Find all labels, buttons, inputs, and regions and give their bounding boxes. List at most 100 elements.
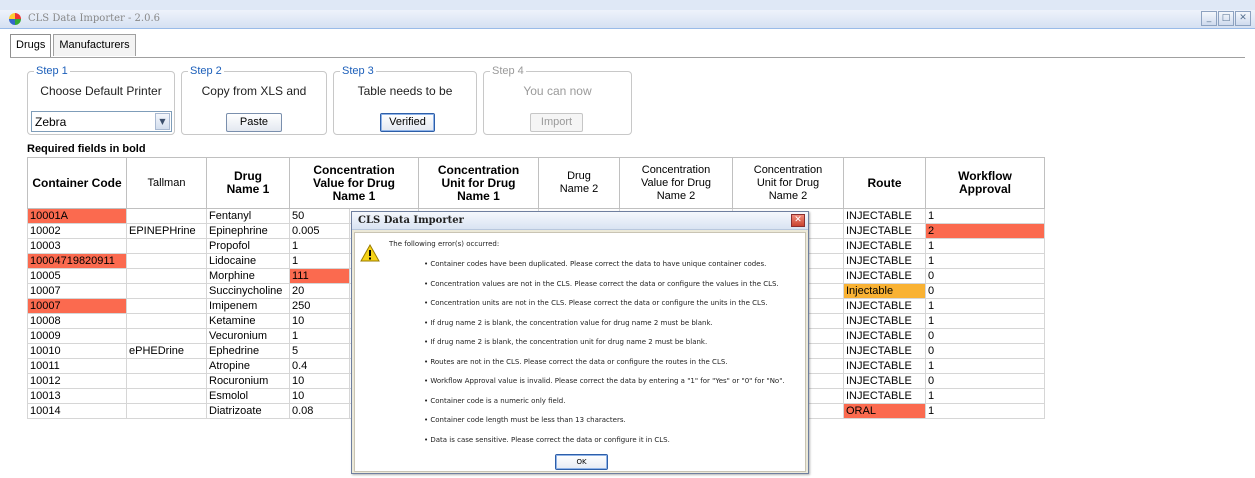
cell-route[interactable]: INJECTABLE <box>844 314 926 329</box>
header-container-code[interactable]: Container Code <box>27 157 127 209</box>
cell-route[interactable]: INJECTABLE <box>844 359 926 374</box>
cell-tallman[interactable] <box>127 284 207 299</box>
cell-route[interactable]: INJECTABLE <box>844 344 926 359</box>
cell-workflow-approval[interactable]: 0 <box>926 269 1045 284</box>
cell-workflow-approval[interactable]: 1 <box>926 404 1045 419</box>
dialog-close-icon[interactable]: ✕ <box>791 214 805 227</box>
cell-container-code[interactable]: 10001A <box>27 209 127 224</box>
chevron-down-icon[interactable]: ▼ <box>155 113 170 130</box>
cell-drug-name-1[interactable]: Succinycholine <box>207 284 290 299</box>
cell-container-code[interactable]: 10005 <box>27 269 127 284</box>
tab-manufacturers[interactable]: Manufacturers <box>53 34 136 56</box>
tab-drugs[interactable]: Drugs <box>10 34 52 58</box>
cell-route[interactable]: INJECTABLE <box>844 224 926 239</box>
cell-conc-value-1[interactable]: 1 <box>290 239 350 254</box>
cell-conc-value-1[interactable]: 0.08 <box>290 404 350 419</box>
cell-conc-value-1[interactable]: 10 <box>290 374 350 389</box>
cell-workflow-approval[interactable]: 1 <box>926 359 1045 374</box>
cell-tallman[interactable] <box>127 209 207 224</box>
header-tallman[interactable]: Tallman <box>127 157 207 209</box>
cell-conc-value-1[interactable]: 20 <box>290 284 350 299</box>
cell-drug-name-1[interactable]: Epinephrine <box>207 224 290 239</box>
cell-container-code[interactable]: 10004719820911 <box>27 254 127 269</box>
cell-workflow-approval[interactable]: 0 <box>926 329 1045 344</box>
cell-route[interactable]: INJECTABLE <box>844 269 926 284</box>
header-conc-unit-1[interactable]: Concentration Unit for Drug Name 1 <box>419 157 539 209</box>
cell-container-code[interactable]: 10009 <box>27 329 127 344</box>
cell-drug-name-1[interactable]: Lidocaine <box>207 254 290 269</box>
cell-tallman[interactable] <box>127 374 207 389</box>
cell-route[interactable]: INJECTABLE <box>844 374 926 389</box>
ok-button[interactable]: OK <box>555 454 608 470</box>
cell-tallman[interactable] <box>127 299 207 314</box>
cell-workflow-approval[interactable]: 0 <box>926 374 1045 389</box>
cell-drug-name-1[interactable]: Esmolol <box>207 389 290 404</box>
cell-route[interactable]: ORAL <box>844 404 926 419</box>
cell-container-code[interactable]: 10003 <box>27 239 127 254</box>
cell-conc-value-1[interactable]: 1 <box>290 329 350 344</box>
cell-container-code[interactable]: 10010 <box>27 344 127 359</box>
cell-tallman[interactable] <box>127 389 207 404</box>
cell-tallman[interactable] <box>127 269 207 284</box>
printer-select[interactable]: Zebra ▼ <box>31 111 172 132</box>
cell-tallman[interactable]: ePHEDrine <box>127 344 207 359</box>
cell-conc-value-1[interactable]: 1 <box>290 254 350 269</box>
cell-workflow-approval[interactable]: 0 <box>926 284 1045 299</box>
cell-container-code[interactable]: 10014 <box>27 404 127 419</box>
header-drug-name-2[interactable]: Drug Name 2 <box>539 157 620 209</box>
cell-workflow-approval[interactable]: 1 <box>926 209 1045 224</box>
cell-tallman[interactable] <box>127 254 207 269</box>
cell-route[interactable]: INJECTABLE <box>844 389 926 404</box>
cell-drug-name-1[interactable]: Ketamine <box>207 314 290 329</box>
cell-route[interactable]: INJECTABLE <box>844 254 926 269</box>
header-route[interactable]: Route <box>844 157 926 209</box>
cell-conc-value-1[interactable]: 10 <box>290 389 350 404</box>
cell-tallman[interactable] <box>127 359 207 374</box>
paste-button[interactable]: Paste <box>226 113 282 132</box>
header-drug-name-1[interactable]: Drug Name 1 <box>207 157 290 209</box>
header-conc-unit-2[interactable]: Concentration Unit for Drug Name 2 <box>733 157 844 209</box>
cell-conc-value-1[interactable]: 5 <box>290 344 350 359</box>
cell-drug-name-1[interactable]: Atropine <box>207 359 290 374</box>
cell-route[interactable]: INJECTABLE <box>844 299 926 314</box>
minimize-icon[interactable]: _ <box>1201 11 1217 26</box>
cell-workflow-approval[interactable]: 1 <box>926 299 1045 314</box>
cell-container-code[interactable]: 10007 <box>27 299 127 314</box>
cell-conc-value-1[interactable]: 50 <box>290 209 350 224</box>
header-workflow-approval[interactable]: Workflow Approval <box>926 157 1045 209</box>
cell-tallman[interactable] <box>127 314 207 329</box>
maximize-icon[interactable]: □ <box>1218 11 1234 26</box>
cell-container-code[interactable]: 10007 <box>27 284 127 299</box>
cell-tallman[interactable] <box>127 329 207 344</box>
cell-route[interactable]: INJECTABLE <box>844 239 926 254</box>
cell-conc-value-1[interactable]: 250 <box>290 299 350 314</box>
header-conc-value-1[interactable]: Concentration Value for Drug Name 1 <box>290 157 419 209</box>
cell-workflow-approval[interactable]: 1 <box>926 389 1045 404</box>
cell-conc-value-1[interactable]: 0.4 <box>290 359 350 374</box>
cell-drug-name-1[interactable]: Diatrizoate <box>207 404 290 419</box>
cell-tallman[interactable] <box>127 239 207 254</box>
cell-container-code[interactable]: 10011 <box>27 359 127 374</box>
cell-container-code[interactable]: 10012 <box>27 374 127 389</box>
cell-workflow-approval[interactable]: 1 <box>926 239 1045 254</box>
cell-container-code[interactable]: 10008 <box>27 314 127 329</box>
cell-container-code[interactable]: 10002 <box>27 224 127 239</box>
cell-workflow-approval[interactable]: 2 <box>926 224 1045 239</box>
cell-tallman[interactable] <box>127 404 207 419</box>
close-window-icon[interactable]: ✕ <box>1235 11 1251 26</box>
verified-button[interactable]: Verified <box>380 113 435 132</box>
cell-drug-name-1[interactable]: Morphine <box>207 269 290 284</box>
cell-route[interactable]: INJECTABLE <box>844 209 926 224</box>
cell-drug-name-1[interactable]: Propofol <box>207 239 290 254</box>
cell-workflow-approval[interactable]: 1 <box>926 254 1045 269</box>
cell-workflow-approval[interactable]: 1 <box>926 314 1045 329</box>
cell-drug-name-1[interactable]: Ephedrine <box>207 344 290 359</box>
cell-drug-name-1[interactable]: Imipenem <box>207 299 290 314</box>
cell-route[interactable]: Injectable <box>844 284 926 299</box>
cell-conc-value-1[interactable]: 0.005 <box>290 224 350 239</box>
cell-workflow-approval[interactable]: 0 <box>926 344 1045 359</box>
cell-container-code[interactable]: 10013 <box>27 389 127 404</box>
cell-conc-value-1[interactable]: 10 <box>290 314 350 329</box>
cell-drug-name-1[interactable]: Fentanyl <box>207 209 290 224</box>
header-conc-value-2[interactable]: Concentration Value for Drug Name 2 <box>620 157 733 209</box>
